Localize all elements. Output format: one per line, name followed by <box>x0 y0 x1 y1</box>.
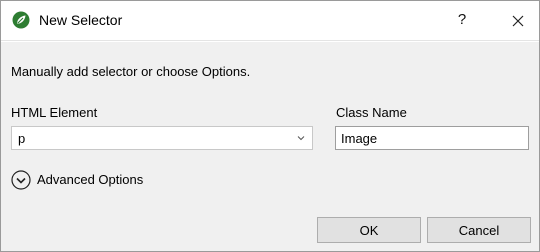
chevron-down-circle-icon <box>11 170 31 190</box>
cancel-button[interactable]: Cancel <box>427 217 531 243</box>
dialog-body: Manually add selector or choose Options.… <box>1 42 539 251</box>
window-title: New Selector <box>39 12 123 28</box>
html-element-select[interactable]: p <box>11 126 313 150</box>
advanced-options-label: Advanced Options <box>37 172 144 187</box>
leaf-logo-icon <box>12 11 30 29</box>
chevron-down-icon <box>297 136 305 141</box>
html-element-value: p <box>18 131 26 146</box>
title-bar: New Selector ? <box>1 1 539 41</box>
class-name-input[interactable] <box>335 126 529 150</box>
new-selector-dialog: New Selector ? Manually add selector or … <box>0 0 540 252</box>
close-icon[interactable] <box>503 7 533 35</box>
help-button[interactable]: ? <box>449 7 475 33</box>
class-name-label: Class Name <box>336 105 407 120</box>
ok-button[interactable]: OK <box>317 217 421 243</box>
instruction-text: Manually add selector or choose Options. <box>11 64 251 79</box>
html-element-label: HTML Element <box>11 105 98 120</box>
advanced-options-toggle[interactable]: Advanced Options <box>11 169 191 191</box>
